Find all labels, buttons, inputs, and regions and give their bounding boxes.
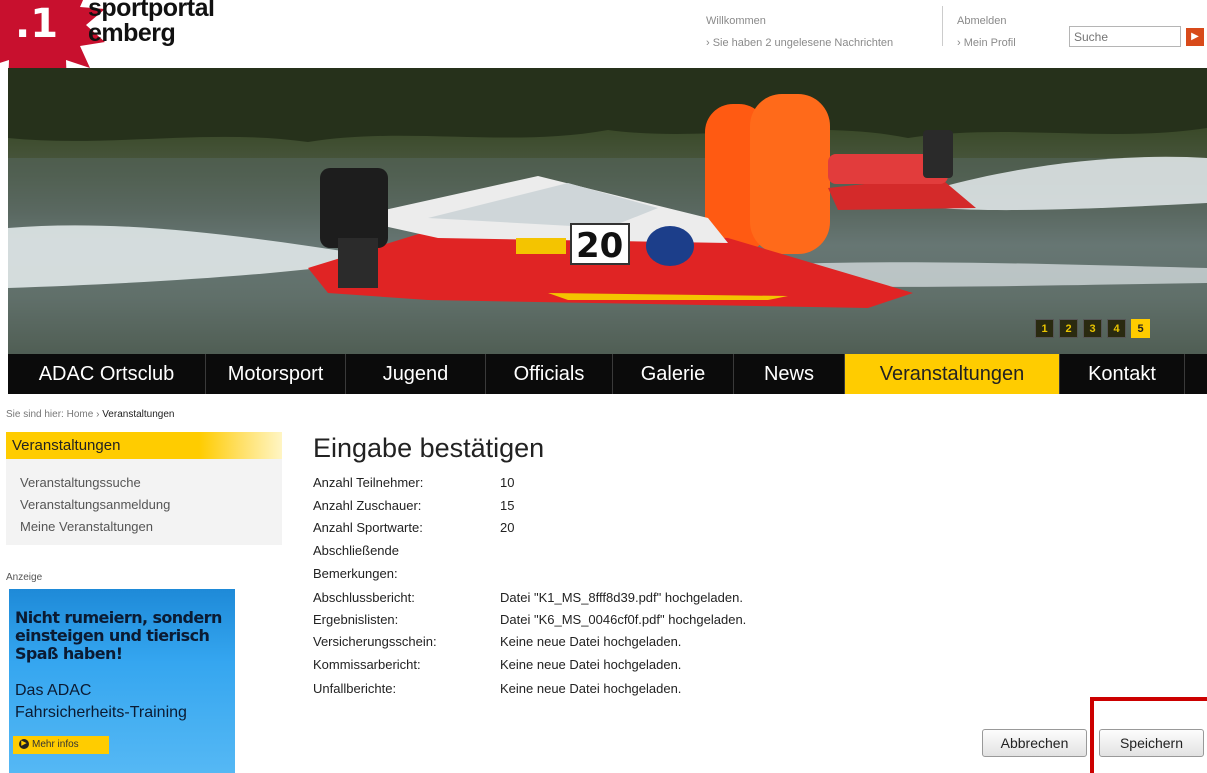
unread-messages-link[interactable]: › Sie haben 2 ungelesene Nachrichten <box>706 32 893 54</box>
nav-item-motorsport[interactable]: Motorsport <box>206 354 346 394</box>
logo-line-2: emberg <box>88 19 176 47</box>
row-value: Keine neue Datei hochgeladen. <box>500 681 682 696</box>
ad-subline-line-2: Fahrsicherheits-Training <box>15 704 187 721</box>
summary-row: Abschlussbericht: Datei "K1_MS_8fff8d39.… <box>313 589 1013 607</box>
row-label: Versicherungsschein: <box>313 634 437 649</box>
row-value: 20 <box>500 520 515 535</box>
summary-row: Abschließende <box>313 542 1013 560</box>
nav-item-veranstaltungen[interactable]: Veranstaltungen <box>845 354 1060 394</box>
ad-subline-line-1: Das ADAC <box>15 682 92 699</box>
nav-item-adac-ortsclub[interactable]: ADAC Ortsclub <box>8 354 206 394</box>
summary-row: Versicherungsschein: Keine neue Datei ho… <box>313 633 1013 651</box>
ad-headline: Nicht rumeiern, sondern einsteigen und t… <box>15 609 222 663</box>
summary-row: Anzahl Teilnehmer: 10 <box>313 474 1013 492</box>
row-value: 15 <box>500 498 515 513</box>
ad-subline: Das ADAC Fahrsicherheits-Training <box>15 680 187 724</box>
row-value: Datei "K1_MS_8fff8d39.pdf" hochgeladen. <box>500 590 743 605</box>
play-arrow-icon: ▶ <box>19 739 29 750</box>
cancel-button[interactable]: Abbrechen <box>982 729 1087 757</box>
nav-item-news[interactable]: News <box>734 354 845 394</box>
user-links: Willkommen › Sie haben 2 ungelesene Nach… <box>706 10 893 54</box>
search-button[interactable]: ▶ <box>1186 28 1204 46</box>
arrow-right-icon: ▶ <box>1191 31 1199 42</box>
breadcrumb-separator: › <box>96 409 100 420</box>
profile-link[interactable]: › Mein Profil <box>957 32 1016 54</box>
hero-banner: 20 1 2 3 4 5 <box>8 68 1207 354</box>
header-divider <box>942 6 943 46</box>
row-value: Datei "K6_MS_0046cf0f.pdf" hochgeladen. <box>500 612 747 627</box>
site-logo[interactable]: sportportal emberg <box>88 0 215 47</box>
slide-2-button[interactable]: 2 <box>1059 319 1078 338</box>
breadcrumb: Sie sind hier: Home › Veranstaltungen <box>6 409 174 420</box>
summary-row: Anzahl Sportwarte: 20 <box>313 519 1013 537</box>
breadcrumb-home-link[interactable]: Home <box>67 409 94 420</box>
welcome-text: Willkommen <box>706 15 766 27</box>
slide-1-button[interactable]: 1 <box>1035 319 1054 338</box>
summary-row: Unfallberichte: Keine neue Datei hochgel… <box>313 680 1013 698</box>
ad-banner[interactable]: Nicht rumeiern, sondern einsteigen und t… <box>9 589 235 773</box>
row-label: Anzahl Sportwarte: <box>313 520 423 535</box>
site-header: .1 sportportal emberg Willkommen › Sie h… <box>0 0 1207 92</box>
slide-3-button[interactable]: 3 <box>1083 319 1102 338</box>
ad-headline-line-2: einsteigen und tierisch <box>15 626 210 645</box>
row-label: Kommissarbericht: <box>313 657 421 672</box>
row-value: Keine neue Datei hochgeladen. <box>500 657 682 672</box>
ad-label: Anzeige <box>6 572 43 583</box>
sidebar-heading[interactable]: Veranstaltungen <box>6 432 282 459</box>
row-label: Unfallberichte: <box>313 681 397 696</box>
sidebar-item-veranstaltungssuche[interactable]: Veranstaltungssuche <box>20 472 282 494</box>
sidebar-menu: Veranstaltungssuche Veranstaltungsanmeld… <box>6 459 282 545</box>
search-input[interactable] <box>1069 26 1181 47</box>
nav-item-galerie[interactable]: Galerie <box>613 354 734 394</box>
ad-headline-line-3: Spaß haben! <box>15 644 123 663</box>
row-label: Ergebnislisten: <box>313 612 399 627</box>
badge-text: .1 <box>15 1 58 47</box>
summary-row: Ergebnislisten: Datei "K6_MS_0046cf0f.pd… <box>313 611 1013 629</box>
row-value: 10 <box>500 475 515 490</box>
slide-pagination: 1 2 3 4 5 <box>1035 319 1150 338</box>
logo-line-1: sportportal <box>88 0 215 22</box>
row-label: Abschließende <box>313 543 399 558</box>
nav-item-kontakt[interactable]: Kontakt <box>1060 354 1185 394</box>
page-title: Eingabe bestätigen <box>313 433 545 463</box>
row-label: Abschlussbericht: <box>313 590 415 605</box>
breadcrumb-prefix: Sie sind hier: <box>6 409 64 420</box>
row-label: Anzahl Zuschauer: <box>313 498 422 513</box>
row-label: Anzahl Teilnehmer: <box>313 475 424 490</box>
summary-row: Kommissarbericht: Keine neue Datei hochg… <box>313 656 1013 674</box>
main-navigation: ADAC Ortsclub Motorsport Jugend Official… <box>8 354 1207 394</box>
ad-more-info-button[interactable]: ▶ Mehr infos <box>13 736 109 754</box>
ad-headline-line-1: Nicht rumeiern, sondern <box>15 608 222 627</box>
slide-4-button[interactable]: 4 <box>1107 319 1126 338</box>
nav-item-jugend[interactable]: Jugend <box>346 354 486 394</box>
row-label: Bemerkungen: <box>313 566 398 581</box>
sidebar-item-veranstaltungsanmeldung[interactable]: Veranstaltungsanmeldung <box>20 494 282 516</box>
slide-5-button[interactable]: 5 <box>1131 319 1150 338</box>
row-value: Keine neue Datei hochgeladen. <box>500 634 682 649</box>
summary-row: Bemerkungen: <box>313 565 1013 583</box>
logout-link[interactable]: Abmelden <box>957 10 1016 32</box>
sidebar-item-meine-veranstaltungen[interactable]: Meine Veranstaltungen <box>20 516 282 538</box>
save-button[interactable]: Speichern <box>1099 729 1204 757</box>
boat-number: 20 <box>576 226 623 266</box>
breadcrumb-current: Veranstaltungen <box>102 409 175 420</box>
powerboat-illustration: 20 <box>8 68 1207 354</box>
nav-item-officials[interactable]: Officials <box>486 354 613 394</box>
account-links: Abmelden › Mein Profil <box>957 10 1016 54</box>
summary-row: Anzahl Zuschauer: 15 <box>313 497 1013 515</box>
ad-more-info-label: Mehr infos <box>32 739 79 750</box>
